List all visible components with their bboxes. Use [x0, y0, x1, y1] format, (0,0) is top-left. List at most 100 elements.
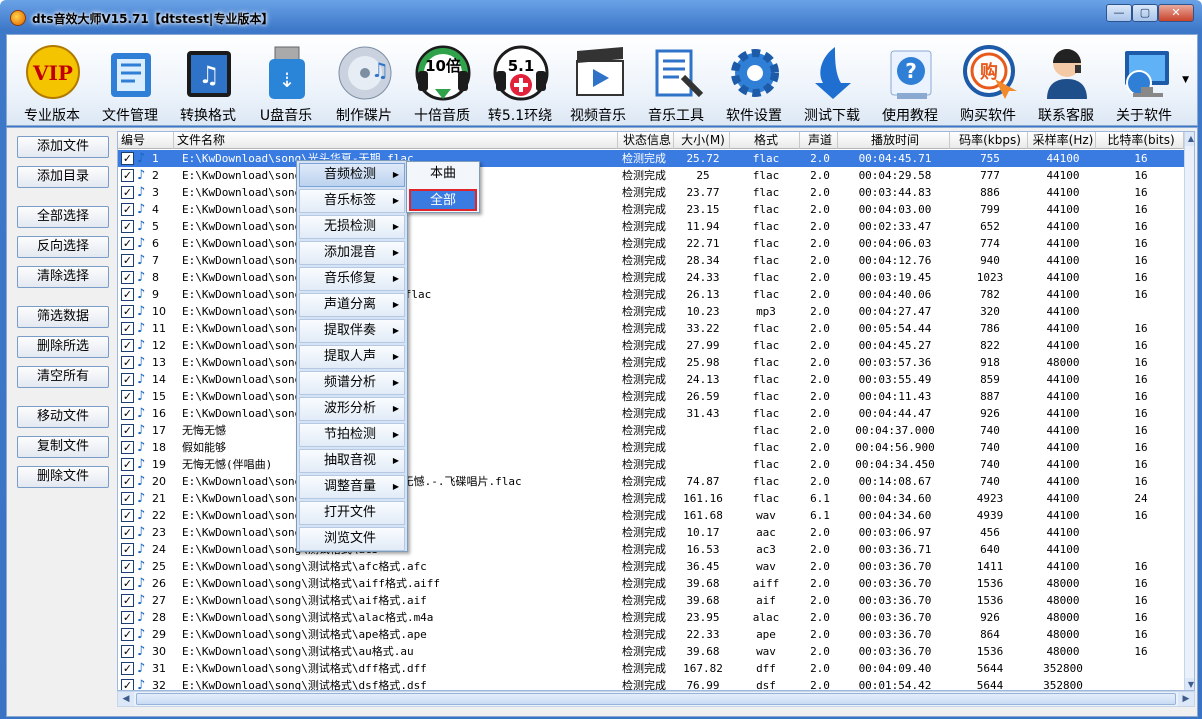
column-header[interactable]: 播放时间: [838, 132, 950, 149]
vertical-scrollbar[interactable]: ▲ ▼: [1184, 132, 1194, 690]
delete-file-button[interactable]: 删除文件: [17, 466, 109, 488]
menu-adjust-volume[interactable]: 调整音量 ▶: [299, 475, 405, 499]
row-checkbox[interactable]: ✓: [121, 271, 134, 284]
row-checkbox[interactable]: ✓: [121, 169, 134, 182]
row-checkbox[interactable]: ✓: [121, 679, 134, 690]
toolbar-download-arrow-button[interactable]: 测试下载: [793, 39, 871, 125]
menu-channel-split[interactable]: 声道分离 ▶: [299, 293, 405, 317]
row-checkbox[interactable]: ✓: [121, 526, 134, 539]
table-row[interactable]: 11 E:\KwDownload\song\ 检测完成 33.22 flac 2.0 00:…: [118, 320, 1184, 337]
table-row[interactable]: 30 E:\KwDownload\song\测试格式\au格式.au 检测完成 39.…: [118, 643, 1184, 660]
row-checkbox[interactable]: ✓: [121, 662, 134, 675]
menu-audio-detect[interactable]: 音频检测 ▶: [299, 163, 405, 187]
table-row[interactable]: 9E:\KwDownload\song\ 由比阿且-别知己.flac检测完成26…: [118, 286, 1184, 303]
column-header[interactable]: 编号: [118, 132, 174, 149]
table-row[interactable]: 16 E:\KwDownload\song\ lac 检测完成 31.43 flac 2.…: [118, 405, 1184, 422]
column-header[interactable]: 码率(kbps): [950, 132, 1028, 149]
delete-selected-button[interactable]: 删除所选: [17, 336, 109, 358]
table-row[interactable]: 12 E:\KwDownload\song\ 检测完成 27.99 flac 2.0 00:…: [118, 337, 1184, 354]
scroll-down-icon[interactable]: ▼: [1185, 678, 1194, 690]
table-row[interactable]: 14 E:\KwDownload\song\ .flac 检测完成 24.13 flac…: [118, 371, 1184, 388]
table-row[interactable]: 6 E:\KwDownload\song\ 式.flac 检测完成 22.71 flac…: [118, 235, 1184, 252]
table-row[interactable]: 20 E:\KwDownload\song\ 2-12-01.-.无悔无憾.-.飞…: [118, 473, 1184, 490]
table-row[interactable]: 26 E:\KwDownload\song\测试格式\aiff格式.aiff 检测完…: [118, 575, 1184, 592]
row-checkbox[interactable]: ✓: [121, 577, 134, 590]
toolbar-buy-software-button[interactable]: 购购买软件: [949, 39, 1027, 125]
table-row[interactable]: 32 E:\KwDownload\song\测试格式\dsf格式.dsf 检测完成 7…: [118, 677, 1184, 690]
maximize-button[interactable]: ▢: [1132, 4, 1158, 22]
table-row[interactable]: 15 E:\KwDownload\song\ 打了烊.flac 检测完成 26.59 f…: [118, 388, 1184, 405]
table-row[interactable]: 18 假如能够 检测完成 flac 2.0 00:04:56.900 740 44100 16 ✓…: [118, 439, 1184, 456]
table-row[interactable]: 23 E:\KwDownload\song\ c 检测完成 10.17 aac 2.0 00…: [118, 524, 1184, 541]
toolbar-help-button[interactable]: ? 使用教程: [871, 39, 949, 125]
copy-file-button[interactable]: 复制文件: [17, 436, 109, 458]
table-row[interactable]: 10 E:\KwDownload\song\ 月夜.mp3 检测完成 10.23 mp3…: [118, 303, 1184, 320]
column-header[interactable]: 比特率(bits): [1096, 132, 1184, 149]
table-row[interactable]: 29 E:\KwDownload\song\测试格式\ape格式.ape 检测完成 2…: [118, 626, 1184, 643]
row-checkbox[interactable]: ✓: [121, 220, 134, 233]
scroll-left-icon[interactable]: ◀: [118, 692, 134, 706]
menu-browse-file[interactable]: 浏览文件: [299, 527, 405, 551]
toolbar-vip-button[interactable]: VIP 专业版本: [13, 39, 91, 125]
column-header[interactable]: 大小(M): [674, 132, 730, 149]
toolbar-music-tools-button[interactable]: 音乐工具: [637, 39, 715, 125]
table-row[interactable]: 24 E:\KwDownload\song\测试格式\ac3 检测完成 16.53 ac…: [118, 541, 1184, 558]
column-header[interactable]: 文件名称: [174, 132, 618, 149]
menu-open-file[interactable]: 打开文件: [299, 501, 405, 525]
table-row[interactable]: 25 E:\KwDownload\song\测试格式\afc格式.afc 检测完成 3…: [118, 558, 1184, 575]
menu-music-tag[interactable]: 音乐标签 ▶: [299, 189, 405, 213]
table-row[interactable]: 8 E:\KwDownload\song\ 检测完成 24.33 flac 2.0 00:0…: [118, 269, 1184, 286]
row-checkbox[interactable]: ✓: [121, 322, 134, 335]
scroll-thumb[interactable]: [136, 693, 1176, 705]
table-row[interactable]: 17 无悔无憾 检测完成 flac 2.0 00:04:37.000 740 44100 16 ✓…: [118, 422, 1184, 439]
row-checkbox[interactable]: ✓: [121, 475, 134, 488]
table-row[interactable]: 22 E:\KwDownload\song\ .wav 检测完成 161.68 wav 6…: [118, 507, 1184, 524]
file-list-grid[interactable]: 编号 文件名称 状态信息 大小(M) 格式 声道 播放时间 码率(kbps) 采样率(Hz) 比特…: [117, 131, 1195, 691]
row-checkbox[interactable]: ✓: [121, 645, 134, 658]
table-row[interactable]: 2 E:\KwDownload\song\ 检测完成 25 flac 2.0 00:04:2…: [118, 167, 1184, 184]
table-row[interactable]: 31 E:\KwDownload\song\测试格式\dff格式.dff 检测完成 1…: [118, 660, 1184, 677]
table-row[interactable]: 19 无悔无憾(伴唱曲) 检测完成 flac 2.0 00:04:34.450 740 441…: [118, 456, 1184, 473]
row-checkbox[interactable]: ✓: [121, 288, 134, 301]
row-checkbox[interactable]: ✓: [121, 424, 134, 437]
filter-data-button[interactable]: 筛选数据: [17, 306, 109, 328]
row-checkbox[interactable]: ✓: [121, 339, 134, 352]
table-row[interactable]: 21 E:\KwDownload\song\ .flac 检测完成 161.16 fla…: [118, 490, 1184, 507]
minimize-button[interactable]: —: [1106, 4, 1132, 22]
row-checkbox[interactable]: ✓: [121, 407, 134, 420]
toolbar-ten-times-quality-button[interactable]: 10倍 十倍音质: [403, 39, 481, 125]
toolbar-video-music-button[interactable]: 视频音乐: [559, 39, 637, 125]
toolbar-convert-format-button[interactable]: ♫ 转换格式: [169, 39, 247, 125]
horizontal-scrollbar[interactable]: ◀ ▶: [117, 691, 1195, 707]
menu-extract-accompaniment[interactable]: 提取伴奏 ▶: [299, 319, 405, 343]
row-checkbox[interactable]: ✓: [121, 509, 134, 522]
row-checkbox[interactable]: ✓: [121, 305, 134, 318]
toolbar-customer-service-button[interactable]: 联系客服: [1027, 39, 1105, 125]
menu-extract-av[interactable]: 抽取音视 ▶: [299, 449, 405, 473]
table-row[interactable]: 4 E:\KwDownload\song\ 检测完成 23.15 flac 2.0 00:0…: [118, 201, 1184, 218]
row-checkbox[interactable]: ✓: [121, 152, 134, 165]
row-checkbox[interactable]: ✓: [121, 356, 134, 369]
row-checkbox[interactable]: ✓: [121, 560, 134, 573]
row-checkbox[interactable]: ✓: [121, 458, 134, 471]
toolbar-settings-gear-button[interactable]: 软件设置: [715, 39, 793, 125]
scroll-up-icon[interactable]: ▲: [1185, 132, 1194, 146]
row-checkbox[interactable]: ✓: [121, 594, 134, 607]
menu-extract-vocal[interactable]: 提取人声 ▶: [299, 345, 405, 369]
table-row[interactable]: 28 E:\KwDownload\song\测试格式\alac格式.m4a 检测完成…: [118, 609, 1184, 626]
row-checkbox[interactable]: ✓: [121, 186, 134, 199]
table-row[interactable]: 5 E:\KwDownload\song\ c 检测完成 11.94 flac 2.0 00…: [118, 218, 1184, 235]
close-button[interactable]: ✕: [1158, 4, 1194, 22]
scroll-right-icon[interactable]: ▶: [1178, 692, 1194, 706]
table-row[interactable]: 27 E:\KwDownload\song\测试格式\aif格式.aif 检测完成 3…: [118, 592, 1184, 609]
row-checkbox[interactable]: ✓: [121, 543, 134, 556]
column-header[interactable]: 状态信息: [618, 132, 674, 149]
add-folder-button[interactable]: 添加目录: [17, 166, 109, 188]
clear-all-button[interactable]: 清空所有: [17, 366, 109, 388]
menu-spectrum-analysis[interactable]: 频谱分析 ▶: [299, 371, 405, 395]
toolbar-surround-51-button[interactable]: 5.1 转5.1环绕: [481, 39, 559, 125]
row-checkbox[interactable]: ✓: [121, 441, 134, 454]
clear-selection-button[interactable]: 清除选择: [17, 266, 109, 288]
row-checkbox[interactable]: ✓: [121, 373, 134, 386]
row-checkbox[interactable]: ✓: [121, 611, 134, 624]
